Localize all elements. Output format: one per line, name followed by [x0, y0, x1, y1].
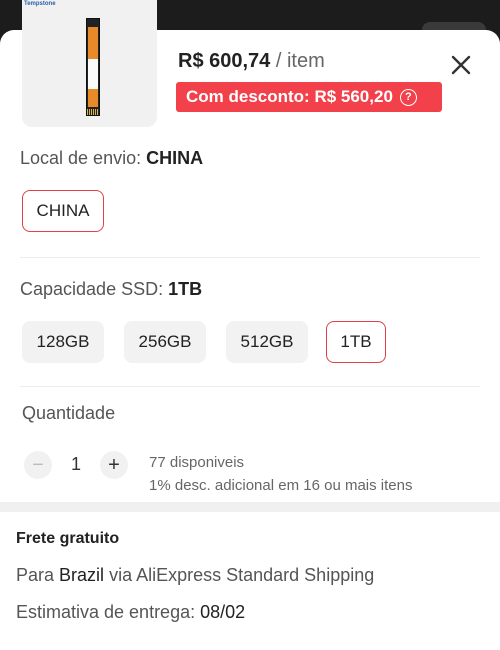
option-capacity-1tb[interactable]: 1TB — [326, 321, 386, 363]
price-unit: / item — [275, 50, 325, 72]
price-row: R$ 600,74 / item — [178, 50, 325, 73]
free-shipping-title: Frete gratuito — [16, 530, 120, 547]
shipping-from-selected: CHINA — [146, 148, 204, 168]
quantity-label: Quantidade — [22, 403, 116, 423]
stock-info: 77 disponiveis 1% desc. adicional em 16 … — [149, 451, 412, 497]
option-capacity-512gb[interactable]: 512GB — [226, 321, 308, 363]
ssd-image — [86, 18, 100, 116]
divider — [20, 386, 480, 387]
quantity-decrement-button[interactable]: − — [24, 451, 52, 479]
discount-text: Com desconto: R$ 560,20 — [186, 87, 393, 106]
discount-badge[interactable]: Com desconto: R$ 560,20 ? — [176, 82, 442, 112]
section-separator — [0, 502, 500, 512]
price-value: R$ 600,74 — [178, 50, 271, 72]
bulk-discount-text: 1% desc. adicional em 16 ou mais itens — [149, 477, 413, 494]
sku-bottom-sheet: Tempstone R$ 600,74 / item Com desconto:… — [0, 0, 500, 650]
info-icon[interactable]: ? — [399, 88, 417, 106]
capacity-label: Capacidade SSD: 1TB — [20, 279, 203, 299]
option-capacity-256gb[interactable]: 256GB — [124, 321, 206, 363]
delivery-estimate: Estimativa de entrega: 08/02 — [16, 602, 246, 622]
shipping-from-label: Local de envio: CHINA — [20, 148, 204, 168]
close-icon[interactable] — [451, 55, 471, 75]
capacity-selected: 1TB — [168, 279, 203, 299]
close-button[interactable] — [446, 50, 476, 80]
available-count: 77 disponiveis — [149, 454, 245, 471]
quantity-increment-button[interactable]: + — [100, 451, 128, 479]
quantity-value[interactable]: 1 — [68, 454, 84, 475]
product-thumbnail: Tempstone — [22, 0, 157, 127]
shipping-destination: Para Brazil via AliExpress Standard Ship… — [16, 565, 375, 585]
delivery-date: 08/02 — [200, 602, 246, 622]
divider — [20, 257, 480, 258]
shipping-country: Brazil — [59, 565, 105, 585]
option-shipping-china[interactable]: CHINA — [22, 190, 104, 232]
brand-logo: Tempstone — [24, 1, 56, 7]
option-capacity-128gb[interactable]: 128GB — [22, 321, 104, 363]
